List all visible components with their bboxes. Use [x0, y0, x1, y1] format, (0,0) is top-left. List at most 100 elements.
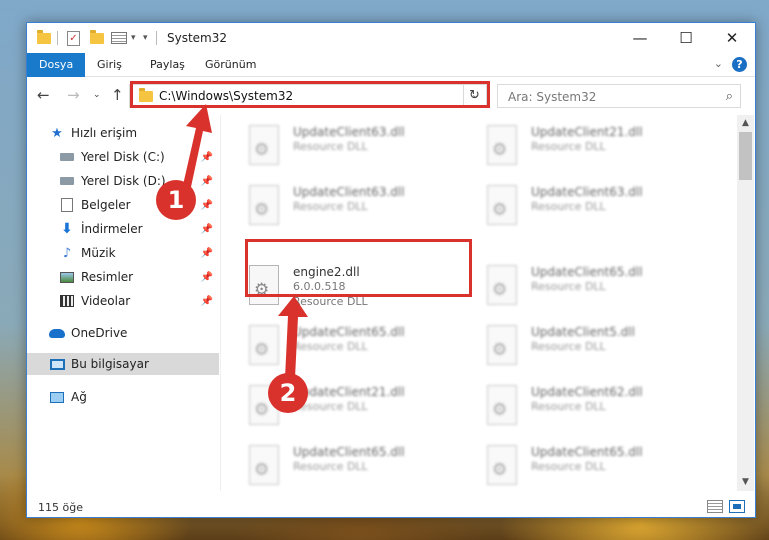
sidebar-item-onedrive[interactable]: OneDrive	[27, 322, 219, 344]
search-icon[interactable]: ⌕	[726, 89, 733, 104]
sidebar-item-label: Videolar	[81, 294, 131, 308]
file-tile[interactable]: UpdateClient63.dll Resource DLL	[249, 181, 469, 237]
search-input[interactable]: Ara: System32 ⌕	[497, 84, 741, 108]
sidebar-item-label: Belgeler	[81, 198, 131, 212]
file-tile[interactable]: UpdateClient21.dll Resource DLL	[487, 121, 707, 177]
pin-icon[interactable]: 📌	[201, 176, 213, 187]
file-name: UpdateClient65.dll	[531, 265, 643, 279]
file-tile[interactable]: UpdateClient65.dll Resource DLL	[249, 441, 469, 491]
recent-locations-icon[interactable]: ⌄	[93, 90, 101, 100]
title-bar: ✓ ▾ ▾ System32 — ☐ ✕	[27, 23, 755, 53]
view-options-icon[interactable]	[111, 29, 127, 47]
file-name: UpdateClient21.dll	[293, 385, 405, 399]
pictures-icon	[59, 270, 75, 284]
file-tile[interactable]: UpdateClient63.dll Resource DLL	[487, 181, 707, 237]
new-folder-icon[interactable]	[90, 29, 104, 47]
sidebar-item-label: Resimler	[81, 270, 134, 284]
details-view-icon[interactable]	[707, 500, 723, 513]
maximize-button[interactable]: ☐	[663, 23, 709, 53]
file-name: UpdateClient5.dll	[531, 325, 635, 339]
pin-icon[interactable]: 📌	[201, 200, 213, 211]
sidebar-item-local-disk-c[interactable]: Yerel Disk (C:) 📌	[27, 146, 219, 168]
network-icon	[49, 390, 65, 404]
vertical-scrollbar[interactable]: ▲ ▼	[737, 115, 754, 491]
sidebar-item-pictures[interactable]: Resimler 📌	[27, 266, 219, 288]
dll-file-icon	[487, 185, 517, 225]
file-name: UpdateClient65.dll	[531, 445, 643, 459]
help-icon[interactable]: ?	[732, 57, 747, 72]
music-note-icon: ♪	[62, 245, 72, 261]
file-tile[interactable]: UpdateClient65.dll Resource DLL	[487, 261, 707, 317]
download-arrow-icon: ⬇	[61, 221, 73, 237]
file-type: Resource DLL	[293, 140, 368, 153]
documents-icon	[59, 198, 75, 212]
sidebar-item-downloads[interactable]: ⬇ İndirmeler 📌	[27, 218, 219, 240]
file-tile[interactable]: UpdateClient62.dll Resource DLL	[487, 381, 707, 437]
sidebar-item-music[interactable]: ♪ Müzik 📌	[27, 242, 219, 264]
file-name: UpdateClient65.dll	[293, 445, 405, 459]
quick-access-dropdown-icon[interactable]: ▾	[131, 29, 136, 47]
pin-icon[interactable]: 📌	[201, 272, 213, 283]
close-button[interactable]: ✕	[709, 23, 755, 53]
sidebar-item-videos[interactable]: Videolar 📌	[27, 290, 219, 312]
ribbon-expand-icon[interactable]: ⌄	[714, 57, 723, 70]
scroll-thumb[interactable]	[739, 132, 752, 180]
file-name: UpdateClient62.dll	[531, 385, 643, 399]
step-2-badge: 2	[268, 373, 308, 413]
cloud-icon	[49, 326, 65, 340]
sidebar-item-label: Müzik	[81, 246, 116, 260]
forward-arrow-icon[interactable]: →	[67, 86, 80, 104]
scroll-down-icon[interactable]: ▼	[737, 474, 754, 491]
window-title: System32	[167, 31, 228, 45]
file-type: Resource DLL	[293, 460, 368, 473]
drive-icon	[59, 150, 75, 164]
large-icons-view-icon[interactable]	[729, 500, 745, 513]
sidebar-item-network[interactable]: Ağ	[27, 386, 219, 408]
pin-icon[interactable]: 📌	[201, 248, 213, 259]
tab-share[interactable]: Paylaş	[150, 53, 185, 77]
address-highlight-box	[130, 81, 490, 108]
file-list: UpdateClient63.dll Resource DLL UpdateCl…	[221, 115, 737, 491]
file-name: UpdateClient63.dll	[293, 185, 405, 199]
dll-file-icon	[249, 325, 279, 365]
tab-file[interactable]: Dosya	[27, 53, 86, 77]
item-count: 115 öğe	[38, 501, 83, 514]
file-name: UpdateClient21.dll	[531, 125, 643, 139]
file-type: Resource DLL	[531, 140, 606, 153]
dll-file-icon	[487, 265, 517, 305]
minimize-button[interactable]: —	[617, 23, 663, 53]
file-tile[interactable]: UpdateClient65.dll Resource DLL	[487, 441, 707, 491]
sidebar-item-label: Yerel Disk (C:)	[81, 150, 165, 164]
file-explorer-window: ✓ ▾ ▾ System32 — ☐ ✕ Dosya Giriş Paylaş …	[26, 22, 756, 518]
file-tile[interactable]: UpdateClient5.dll Resource DLL	[487, 321, 707, 377]
separator	[57, 29, 58, 47]
back-arrow-icon[interactable]: ←	[37, 86, 50, 104]
customize-toolbar-icon[interactable]: ▾	[143, 29, 148, 47]
properties-check-icon[interactable]: ✓	[67, 29, 80, 47]
dll-file-icon	[249, 445, 279, 485]
tab-home[interactable]: Giriş	[97, 53, 122, 77]
scroll-up-icon[interactable]: ▲	[737, 115, 754, 132]
ribbon-tabs: Dosya Giriş Paylaş Görünüm ⌄ ?	[27, 53, 755, 77]
dll-file-icon	[249, 185, 279, 225]
computer-icon	[49, 357, 65, 371]
pin-icon[interactable]: 📌	[201, 152, 213, 163]
sidebar-item-label: Bu bilgisayar	[71, 357, 149, 371]
file-type: Resource DLL	[531, 400, 606, 413]
sidebar-item-label: Yerel Disk (D:)	[81, 174, 166, 188]
pin-icon[interactable]: 📌	[201, 224, 213, 235]
dll-file-icon	[487, 325, 517, 365]
sidebar-item-this-pc[interactable]: Bu bilgisayar	[27, 353, 219, 375]
step-1-badge: 1	[156, 180, 196, 220]
tab-view[interactable]: Görünüm	[205, 53, 256, 77]
file-tile[interactable]: UpdateClient63.dll Resource DLL	[249, 121, 469, 177]
file-name: UpdateClient63.dll	[531, 185, 643, 199]
star-icon: ★	[51, 125, 63, 141]
up-arrow-icon[interactable]: ↑	[111, 86, 124, 104]
file-tile[interactable]: UpdateClient65.dll Resource DLL	[249, 321, 469, 377]
sidebar-item-quick-access[interactable]: ★ Hızlı erişim	[27, 122, 219, 144]
dll-file-icon	[249, 125, 279, 165]
pin-icon[interactable]: 📌	[201, 296, 213, 307]
sidebar-item-label: OneDrive	[71, 326, 128, 340]
navigation-pane: ★ Hızlı erişim Yerel Disk (C:) 📌 Yerel D…	[27, 115, 219, 491]
